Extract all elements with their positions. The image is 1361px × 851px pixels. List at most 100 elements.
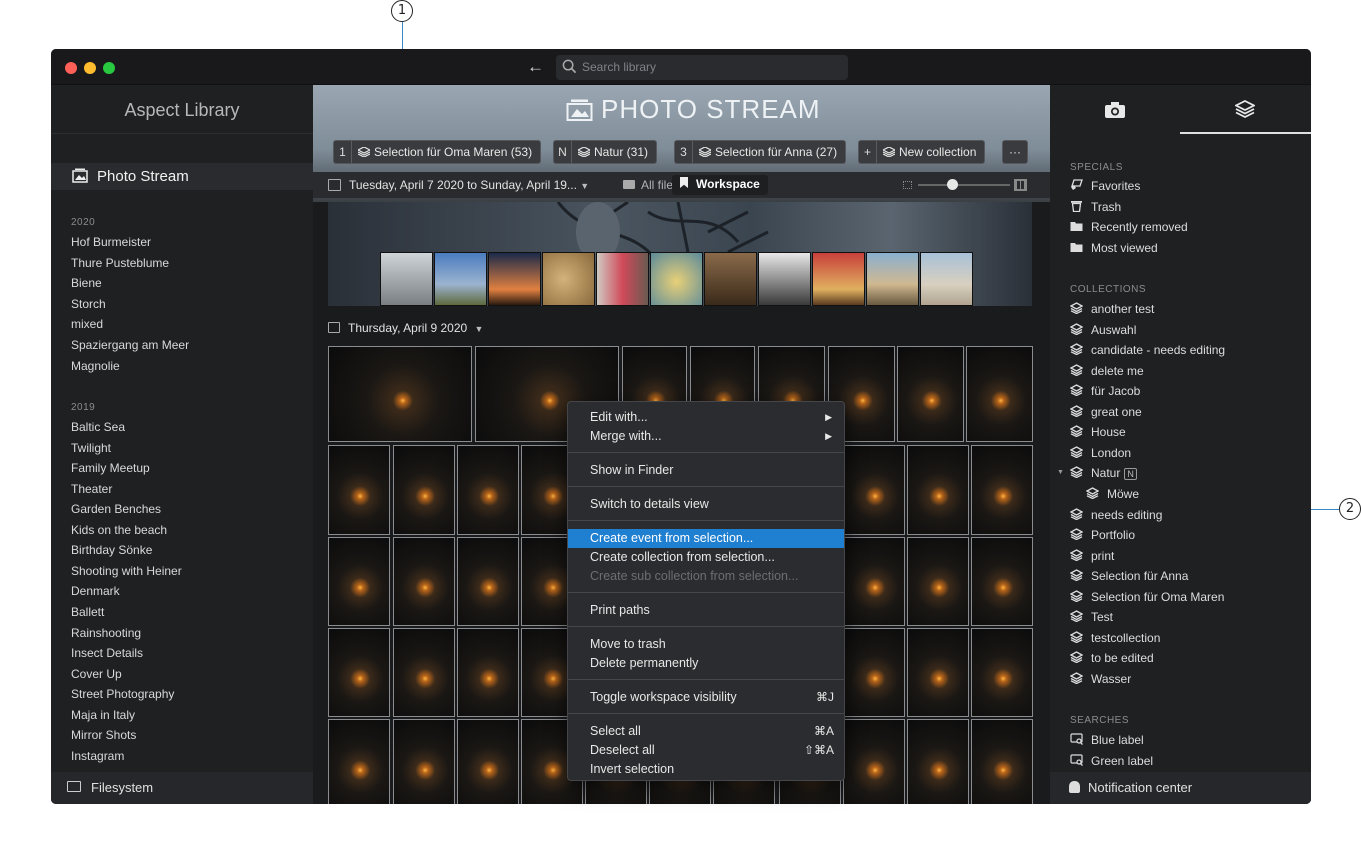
photo-thumbnail[interactable] [907, 445, 969, 535]
photo-thumbnail[interactable] [971, 445, 1033, 535]
collection-item[interactable]: delete me [1069, 364, 1144, 378]
search-field[interactable]: Search library [556, 55, 848, 80]
specials-item[interactable]: Trash [1070, 200, 1121, 214]
photo-thumbnail[interactable] [457, 719, 519, 804]
new-collection-button[interactable]: + New collection [858, 140, 986, 164]
zoom-window-button[interactable] [103, 62, 115, 74]
sidebar-item[interactable]: Family Meetup [71, 461, 150, 475]
sidebar-item[interactable]: Kids on the beach [71, 523, 167, 537]
collection-item[interactable]: Selection für Anna [1069, 569, 1188, 583]
collection-item[interactable]: Auswahl [1069, 323, 1136, 337]
collection-item[interactable]: Möwe [1085, 487, 1139, 501]
photo-thumbnail[interactable] [393, 628, 455, 717]
zoom-slider[interactable] [918, 179, 1010, 190]
disclosure-triangle-icon[interactable]: ▼ [1057, 469, 1064, 476]
collection-item[interactable]: candidate - needs editing [1069, 343, 1225, 357]
sidebar-item[interactable]: Garden Benches [71, 502, 161, 516]
sidebar-item[interactable]: Instagram [71, 749, 124, 763]
sidebar-item[interactable]: Rainshooting [71, 626, 141, 640]
photo-thumbnail[interactable] [971, 628, 1033, 717]
menu-item-invert-selection[interactable]: Invert selection [568, 760, 844, 779]
date-range-dropdown[interactable]: Tuesday, April 7 2020 to Sunday, April 1… [349, 178, 589, 192]
menu-item-switch-details-view[interactable]: Switch to details view [568, 495, 844, 514]
photo-thumbnail[interactable] [843, 445, 905, 535]
collection-item[interactable]: Natur ▼ N [1057, 466, 1137, 481]
collection-chip-anna[interactable]: 3 Selection für Anna (27) [674, 140, 847, 164]
collection-item[interactable]: testcollection [1069, 631, 1160, 645]
collection-item[interactable]: Selection für Oma Maren [1069, 590, 1224, 604]
filesystem-button[interactable]: Filesystem [51, 772, 313, 804]
collection-item[interactable]: print [1069, 549, 1114, 563]
menu-item-create-event[interactable]: Create event from selection... [568, 529, 844, 548]
sidebar-item[interactable]: Maja in Italy [71, 708, 135, 722]
photo-thumbnail[interactable] [971, 537, 1033, 626]
zoom-slider-knob[interactable] [947, 179, 959, 190]
back-arrow-icon[interactable]: ← [527, 57, 544, 77]
photo-thumbnail[interactable] [907, 628, 969, 717]
sidebar-item-photo-stream[interactable]: Photo Stream [51, 163, 313, 190]
collection-item[interactable]: London [1069, 446, 1131, 460]
menu-item-edit-with[interactable]: Edit with... ▶ [568, 408, 844, 427]
photo-thumbnail[interactable] [971, 719, 1033, 804]
sidebar-item[interactable]: Street Photography [71, 687, 174, 701]
event-banner[interactable] [328, 202, 1032, 306]
photo-thumbnail[interactable] [393, 719, 455, 804]
close-window-button[interactable] [65, 62, 77, 74]
specials-item[interactable]: Most viewed [1070, 241, 1158, 255]
photo-thumbnail[interactable] [328, 346, 472, 442]
sidebar-item[interactable]: Shooting with Heiner [71, 564, 182, 578]
more-button[interactable]: ··· [1002, 140, 1028, 164]
collection-item[interactable]: needs editing [1069, 508, 1162, 522]
sidebar-item[interactable]: Ballett [71, 605, 104, 619]
photo-thumbnail[interactable] [328, 537, 390, 626]
photo-thumbnail[interactable] [328, 445, 390, 535]
collection-item[interactable]: für Jacob [1069, 384, 1140, 398]
photo-thumbnail[interactable] [457, 537, 519, 626]
tab-collections[interactable] [1180, 85, 1310, 134]
sidebar-item[interactable]: Mirror Shots [71, 728, 136, 742]
sidebar-item[interactable]: Thure Pusteblume [71, 256, 169, 270]
photo-thumbnail[interactable] [393, 445, 455, 535]
sidebar-item[interactable]: Birthday Sönke [71, 543, 152, 557]
photo-thumbnail[interactable] [843, 628, 905, 717]
menu-item-toggle-workspace[interactable]: Toggle workspace visibility ⌘J [568, 688, 844, 707]
search-item[interactable]: Green label [1070, 754, 1153, 768]
collection-item[interactable]: great one [1069, 405, 1142, 419]
collection-chip-natur[interactable]: N Natur (31) [553, 140, 658, 164]
photo-thumbnail[interactable] [907, 537, 969, 626]
photo-thumbnail[interactable] [966, 346, 1033, 442]
sidebar-item[interactable]: Cover Up [71, 667, 122, 681]
sidebar-item[interactable]: Insect Details [71, 646, 143, 660]
collection-item[interactable]: Portfolio [1069, 528, 1135, 542]
collection-item[interactable]: another test [1069, 302, 1154, 316]
sidebar-item[interactable]: Twilight [71, 441, 111, 455]
minimize-window-button[interactable] [84, 62, 96, 74]
sidebar-item[interactable]: Theater [71, 482, 112, 496]
sidebar-item[interactable]: Biene [71, 276, 102, 290]
sidebar-item[interactable]: mixed [71, 317, 103, 331]
menu-item-move-to-trash[interactable]: Move to trash [568, 635, 844, 654]
photo-thumbnail[interactable] [328, 628, 390, 717]
notification-center-button[interactable]: Notification center [1050, 772, 1311, 804]
photo-thumbnail[interactable] [843, 537, 905, 626]
all-files-toggle[interactable]: All files [623, 178, 679, 192]
photo-thumbnail[interactable] [457, 445, 519, 535]
menu-item-select-all[interactable]: Select all ⌘A [568, 722, 844, 741]
photo-thumbnail[interactable] [328, 719, 390, 804]
sidebar-item[interactable]: Baltic Sea [71, 420, 125, 434]
menu-item-delete-permanently[interactable]: Delete permanently [568, 654, 844, 673]
day-header[interactable]: Thursday, April 9 2020 ▼ [328, 321, 483, 335]
tab-camera[interactable] [1050, 85, 1180, 134]
menu-item-deselect-all[interactable]: Deselect all ⇧⌘A [568, 741, 844, 760]
collection-item[interactable]: Wasser [1069, 672, 1131, 686]
specials-item[interactable]: Favorites [1070, 179, 1140, 193]
photo-thumbnail[interactable] [897, 346, 964, 442]
collection-item[interactable]: House [1069, 425, 1126, 439]
specials-item[interactable]: Recently removed [1070, 220, 1188, 234]
sidebar-item[interactable]: Spaziergang am Meer [71, 338, 189, 352]
menu-item-show-in-finder[interactable]: Show in Finder [568, 461, 844, 480]
sidebar-item[interactable]: Denmark [71, 584, 120, 598]
collection-chip-oma-maren[interactable]: 1 Selection für Oma Maren (53) [333, 140, 542, 164]
photo-thumbnail[interactable] [907, 719, 969, 804]
sidebar-item[interactable]: Hof Burmeister [71, 235, 151, 249]
